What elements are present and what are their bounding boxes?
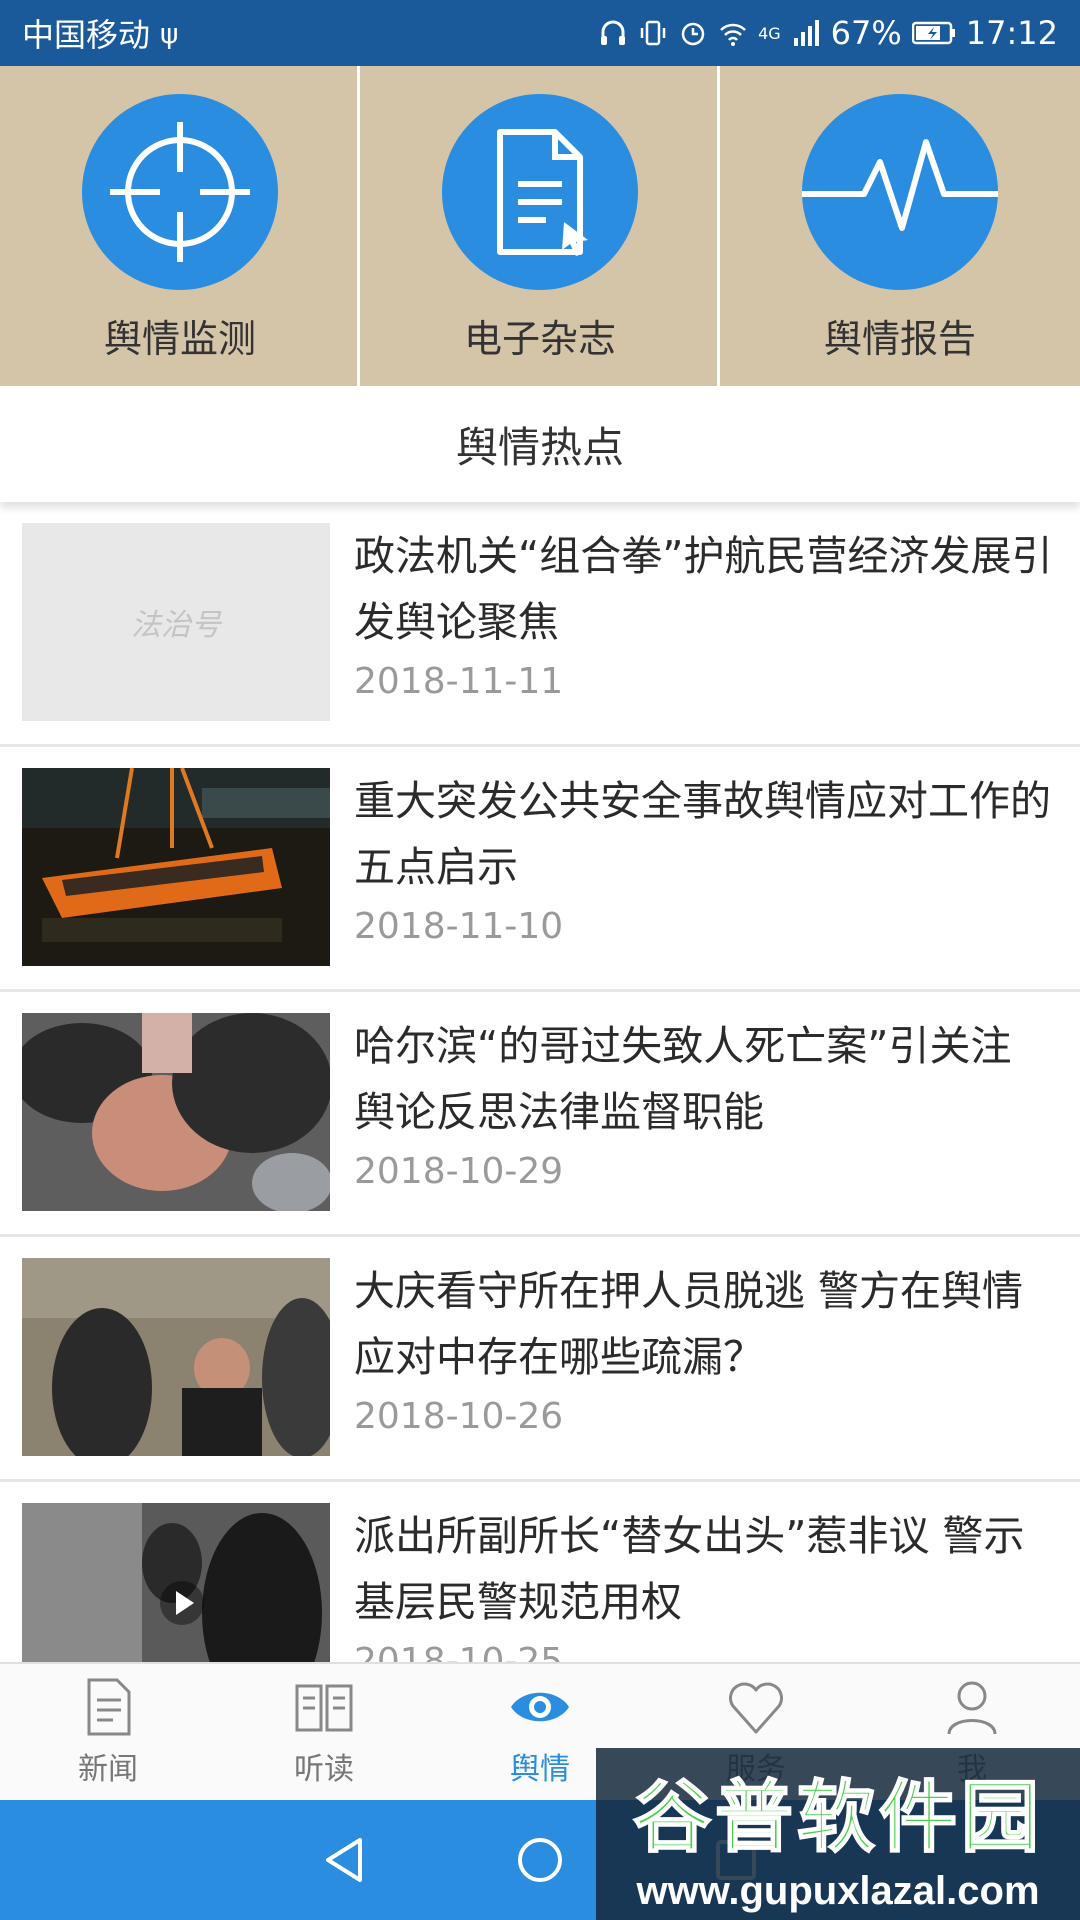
nav-label: 新闻	[78, 1752, 138, 1787]
watermark: 谷普软件园 www.gupuxlazal.com	[596, 1748, 1080, 1920]
news-title: 大庆看守所在押人员脱逃 警方在舆情应对中存在哪些疏漏？	[354, 1267, 1024, 1381]
news-title: 哈尔滨“的哥过失致人死亡案”引关注 舆论反思法律监督职能	[354, 1022, 1012, 1136]
wifi-icon	[720, 23, 746, 46]
heart-icon	[728, 1682, 784, 1734]
news-list: 法治号 政法机关“组合拳”护航民营经济发展引发舆论聚焦 2018-11-11 重…	[0, 502, 1080, 1662]
feature-label: 舆情报告	[823, 317, 976, 361]
alarm-icon	[681, 22, 705, 46]
battery-icon	[911, 21, 955, 45]
headphones-icon	[601, 20, 626, 45]
crosshair-icon	[110, 122, 250, 262]
news-item[interactable]: 派出所副所长“替女出头”惹非议 警示基层民警规范用权 2018-10-25	[0, 1482, 1080, 1662]
nav-listen[interactable]: 听读	[216, 1664, 432, 1800]
eye-icon	[511, 1692, 569, 1722]
section-title: 舆情热点	[0, 386, 1080, 502]
feature-circle	[442, 94, 638, 290]
network-type: 4G	[758, 23, 781, 43]
news-title: 派出所副所长“替女出头”惹非议 警示基层民警规范用权	[354, 1512, 1025, 1626]
home-icon[interactable]	[516, 1836, 564, 1884]
book-icon	[295, 1684, 353, 1732]
news-item[interactable]: 重大突发公共安全事故舆情应对工作的五点启示 2018-11-10	[0, 747, 1080, 992]
watermark-title: 谷普软件园	[632, 1772, 1043, 1864]
feature-grid: 舆情监测 电子杂志 舆情报告	[0, 66, 1080, 386]
news-date: 2018-11-11	[354, 661, 564, 702]
news-icon	[87, 1678, 131, 1736]
news-thumbnail-bus	[22, 768, 330, 966]
watermark-url: www.gupuxlazal.com	[636, 1868, 1040, 1913]
news-title: 重大突发公共安全事故舆情应对工作的五点启示	[354, 777, 1051, 891]
news-date: 2018-10-25	[354, 1641, 564, 1662]
document-icon	[497, 129, 588, 256]
feature-monitoring[interactable]: 舆情监测	[0, 66, 360, 386]
feature-label: 舆情监测	[103, 317, 256, 361]
feature-circle	[82, 94, 278, 290]
news-item[interactable]: 法治号 政法机关“组合拳”护航民营经济发展引发舆论聚焦 2018-11-11	[0, 502, 1080, 747]
news-item[interactable]: 哈尔滨“的哥过失致人死亡案”引关注 舆论反思法律监督职能 2018-10-29	[0, 992, 1080, 1237]
usb-icon: ψ	[160, 16, 179, 50]
vibrate-icon	[640, 20, 666, 46]
news-date: 2018-11-10	[354, 906, 564, 947]
news-item[interactable]: 大庆看守所在押人员脱逃 警方在舆情应对中存在哪些疏漏？ 2018-10-26	[0, 1237, 1080, 1482]
news-thumbnail-video	[22, 1503, 330, 1662]
feature-magazine[interactable]: 电子杂志	[360, 66, 720, 386]
clock: 17:12	[965, 14, 1058, 52]
status-bar: 中国移动 ψ 4G 67% 17:12	[0, 0, 1080, 66]
pulse-icon	[802, 139, 998, 231]
battery-percent: 67%	[830, 14, 902, 52]
feature-circle	[802, 94, 998, 290]
back-icon[interactable]	[322, 1836, 366, 1884]
nav-label: 听读	[294, 1752, 354, 1787]
signal-icon	[793, 20, 819, 46]
news-thumbnail-police	[22, 1258, 330, 1456]
news-thumbnail-person	[22, 1013, 330, 1211]
news-date: 2018-10-26	[354, 1396, 564, 1437]
news-date: 2018-10-29	[354, 1151, 564, 1192]
nav-label: 舆情	[510, 1752, 570, 1787]
feature-report[interactable]: 舆情报告	[720, 66, 1080, 386]
carrier-label: 中国移动	[22, 16, 151, 54]
user-icon	[947, 1681, 997, 1735]
feature-label: 电子杂志	[463, 317, 616, 361]
nav-news[interactable]: 新闻	[0, 1664, 216, 1800]
placeholder-logo: 法治号	[131, 608, 221, 643]
news-title: 政法机关“组合拳”护航民营经济发展引发舆论聚焦	[354, 532, 1053, 646]
news-thumbnail-placeholder: 法治号	[22, 523, 330, 721]
